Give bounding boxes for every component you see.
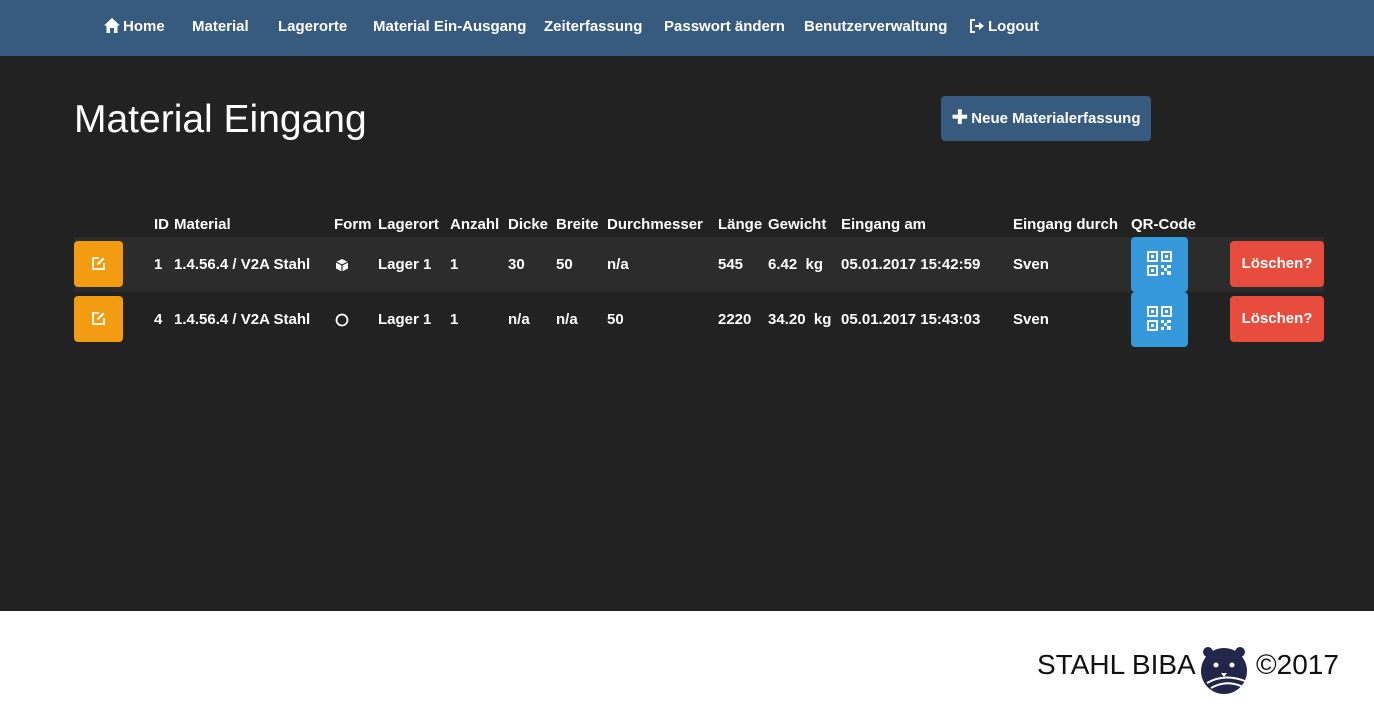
cell-eingang-am: 05.01.2017 15:42:59 xyxy=(841,256,981,273)
header-lagerort: Lagerort xyxy=(378,216,439,233)
footer-copyright: ©2017 xyxy=(1256,649,1339,680)
cell-eingang-durch: Sven xyxy=(1013,311,1049,328)
header-dicke: Dicke xyxy=(508,216,549,233)
nav-material-ein-ausgang[interactable]: Material Ein-Ausgang xyxy=(373,0,526,56)
edit-icon xyxy=(92,257,105,270)
cell-dicke: n/a xyxy=(508,311,530,328)
circle-icon xyxy=(335,313,349,327)
navbar: Home Material Lagerorte Material Ein-Aus… xyxy=(0,0,1374,56)
nav-benutzerverwaltung[interactable]: Benutzerverwaltung xyxy=(804,0,947,56)
qr-code-icon xyxy=(1147,306,1172,331)
cell-eingang-durch: Sven xyxy=(1013,256,1049,273)
footer-brand: STAHL BIBA xyxy=(1037,649,1196,680)
nav-logout-label: Logout xyxy=(988,18,1039,35)
header-breite: Breite xyxy=(556,216,599,233)
nav-zeiterfassung[interactable]: Zeiterfassung xyxy=(544,0,642,56)
nav-lagerorte[interactable]: Lagerorte xyxy=(278,0,347,56)
cell-gewicht: 34.20 kg xyxy=(768,311,832,328)
cell-material: 1.4.56.4 / V2A Stahl xyxy=(174,311,311,328)
cell-dicke: 30 xyxy=(508,256,525,273)
nav-material[interactable]: Material xyxy=(192,0,249,56)
cell-id: 4 xyxy=(154,311,163,328)
cell-breite: 50 xyxy=(556,256,573,273)
edit-icon xyxy=(92,312,105,325)
beaver-logo-icon xyxy=(1201,647,1247,694)
main-content: Material Eingang ✚ Neue Materialerfassung… xyxy=(0,56,1374,611)
header-laenge: Länge xyxy=(718,216,763,233)
table-row: 1 1.4.56.4 / V2A Stahl Lager 1 1 30 50 n… xyxy=(74,237,1324,292)
table-row: 4 1.4.56.4 / V2A Stahl Lager 1 1 n/a n/a… xyxy=(74,292,1324,347)
new-material-entry-label: Neue Materialerfassung xyxy=(971,110,1141,127)
cell-material: 1.4.56.4 / V2A Stahl xyxy=(174,256,311,273)
header-id: ID xyxy=(154,216,169,233)
cell-eingang-am: 05.01.2017 15:43:03 xyxy=(841,311,981,328)
home-icon xyxy=(104,2,120,56)
qr-code-button[interactable] xyxy=(1131,237,1188,292)
edit-button[interactable] xyxy=(74,296,123,342)
cell-durchmesser: 50 xyxy=(607,311,624,328)
cell-anzahl: 1 xyxy=(450,311,459,328)
edit-button[interactable] xyxy=(74,241,123,287)
header-material: Material xyxy=(174,216,231,233)
header-eingang-am: Eingang am xyxy=(841,216,927,233)
header-gewicht: Gewicht xyxy=(768,216,827,233)
cell-id: 1 xyxy=(154,256,163,273)
plus-icon: ✚ xyxy=(951,107,969,129)
cell-laenge: 545 xyxy=(718,256,744,273)
footer: STAHL BIBA ©2017 xyxy=(0,611,1374,711)
cell-lagerort: Lager 1 xyxy=(378,256,432,273)
cell-lagerort: Lager 1 xyxy=(378,311,432,328)
cell-laenge: 2220 xyxy=(718,311,752,328)
cell-breite: n/a xyxy=(556,311,578,328)
delete-button[interactable]: Löschen? xyxy=(1230,241,1324,287)
header-form: Form xyxy=(334,216,372,233)
cell-gewicht: 6.42 kg xyxy=(768,256,824,273)
nav-home[interactable]: Home xyxy=(104,0,165,56)
cube-icon xyxy=(335,259,349,272)
nav-home-label: Home xyxy=(123,18,165,35)
header-qr-code: QR-Code xyxy=(1131,216,1196,233)
cell-anzahl: 1 xyxy=(450,256,459,273)
page-title: Material Eingang xyxy=(74,98,367,141)
cell-durchmesser: n/a xyxy=(607,256,629,273)
qr-code-button[interactable] xyxy=(1131,292,1188,347)
new-material-entry-button[interactable]: ✚ Neue Materialerfassung xyxy=(941,96,1151,141)
header-eingang-durch: Eingang durch xyxy=(1013,216,1118,233)
nav-logout[interactable]: Logout xyxy=(969,0,1039,56)
nav-passwort-aendern[interactable]: Passwort ändern xyxy=(664,0,785,56)
logout-icon xyxy=(969,2,985,56)
header-durchmesser: Durchmesser xyxy=(607,216,703,233)
qr-code-icon xyxy=(1147,251,1172,276)
header-anzahl: Anzahl xyxy=(450,216,500,233)
delete-button[interactable]: Löschen? xyxy=(1230,296,1324,342)
